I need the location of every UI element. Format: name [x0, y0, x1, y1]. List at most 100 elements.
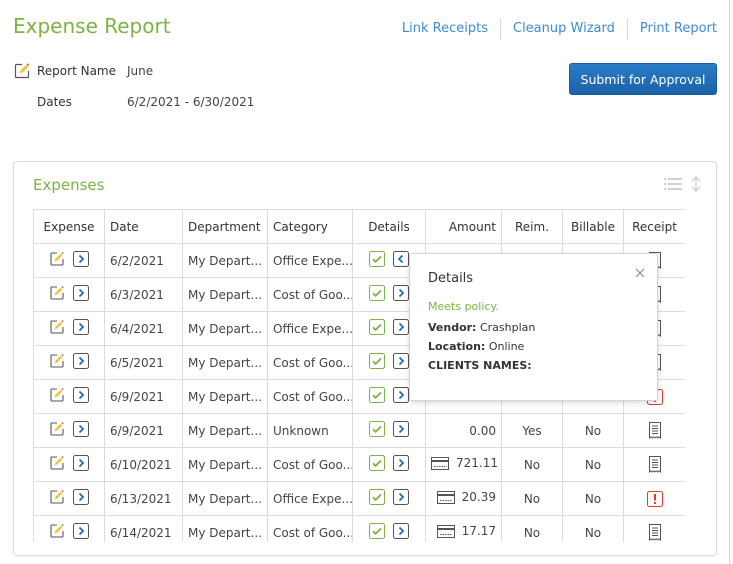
edit-icon[interactable]: [49, 319, 65, 335]
open-expense-icon[interactable]: [393, 285, 409, 301]
department-cell: My Depart...: [182, 311, 268, 346]
receipt-cell: [623, 413, 685, 448]
page-title: Expense Report: [13, 14, 171, 38]
close-icon[interactable]: [633, 266, 647, 280]
expense-actions-cell: [33, 379, 105, 414]
reim-cell: Yes: [501, 413, 563, 448]
report-name-label: Report Name: [37, 64, 116, 78]
missing-receipt-icon[interactable]: [646, 490, 663, 507]
edit-icon[interactable]: [49, 353, 65, 369]
col-receipt[interactable]: Receipt: [623, 209, 685, 244]
date-value: 6/10/2021: [110, 457, 172, 472]
policy-check-icon: [369, 251, 385, 267]
policy-check-icon: [369, 285, 385, 301]
dates-value: 6/2/2021 - 6/30/2021: [127, 95, 255, 109]
dates-row: Dates 6/2/2021 - 6/30/2021: [13, 95, 254, 109]
table-row[interactable]: 6/14/2021 My Depart... Cost of Goo... 17.17…: [33, 515, 685, 542]
open-expense-icon[interactable]: [73, 523, 89, 539]
open-expense-icon[interactable]: [73, 353, 89, 369]
category-cell: Cost of Goo...: [267, 515, 353, 542]
date-value: 6/9/2021: [110, 423, 164, 438]
table-header-row: Expense Date Department Category Details…: [33, 209, 685, 244]
reim-cell: No: [501, 515, 563, 542]
date-cell: 6/9/2021: [104, 379, 183, 414]
expense-actions-cell: [33, 345, 105, 380]
amount-cell: 17.17: [425, 515, 502, 542]
col-department[interactable]: Department: [182, 209, 268, 244]
open-expense-icon[interactable]: [393, 455, 409, 471]
open-expense-icon[interactable]: [73, 421, 89, 437]
edit-icon[interactable]: [49, 489, 65, 505]
receipt-icon[interactable]: [648, 455, 662, 474]
expense-actions-cell: [33, 447, 105, 482]
vendor-label: Vendor:: [428, 321, 477, 334]
report-name-row: Report Name June: [13, 62, 153, 80]
expand-vertical-icon[interactable]: [690, 176, 702, 192]
cleanup-wizard-link[interactable]: Cleanup Wizard: [501, 18, 627, 40]
edit-icon[interactable]: [49, 285, 65, 301]
policy-check-icon: [369, 353, 385, 369]
link-receipts-link[interactable]: Link Receipts: [390, 18, 500, 40]
date-cell: 6/4/2021: [104, 311, 183, 346]
collapse-details-icon[interactable]: [393, 251, 409, 267]
col-details[interactable]: Details: [352, 209, 426, 244]
edit-icon[interactable]: [49, 523, 65, 539]
amount-cell: 0.00: [425, 413, 502, 448]
receipt-icon[interactable]: [648, 421, 662, 440]
category-cell: Cost of Goo...: [267, 379, 353, 414]
amount-value: 17.17: [461, 524, 496, 539]
print-report-link[interactable]: Print Report: [628, 18, 717, 40]
receipt-cell: [623, 481, 685, 516]
amount-cell: 721.11: [425, 447, 502, 482]
billable-cell: No: [562, 515, 624, 542]
credit-card-icon: [436, 524, 455, 538]
col-reim[interactable]: Reim.: [501, 209, 563, 244]
receipt-cell: [623, 515, 685, 542]
col-expense[interactable]: Expense: [33, 209, 105, 244]
open-expense-icon[interactable]: [73, 489, 89, 505]
open-expense-icon[interactable]: [73, 455, 89, 471]
expenses-title: Expenses: [33, 176, 105, 194]
table-row[interactable]: 6/9/2021 My Depart... Unknown 0.00 Yes No: [33, 413, 685, 448]
edit-icon[interactable]: [13, 62, 31, 80]
popover-title: Details: [428, 271, 474, 286]
table-row[interactable]: 6/10/2021 My Depart... Cost of Goo... 721.1…: [33, 447, 685, 482]
category-cell: Office Expe...: [267, 481, 353, 516]
edit-icon[interactable]: [49, 455, 65, 471]
amount-value: 721.11: [456, 456, 498, 471]
col-billable[interactable]: Billable: [562, 209, 624, 244]
details-cell: [352, 447, 426, 482]
table-row[interactable]: 6/13/2021 My Depart... Office Expe... 20.39…: [33, 481, 685, 516]
col-date[interactable]: Date: [104, 209, 183, 244]
vendor-value: Crashplan: [479, 321, 536, 334]
credit-card-icon: [431, 456, 449, 470]
date-cell: 6/5/2021: [104, 345, 183, 380]
window-edge: [729, 0, 733, 564]
receipt-icon[interactable]: [648, 523, 662, 542]
open-expense-icon[interactable]: [393, 421, 409, 437]
date-value: 6/5/2021: [110, 355, 164, 370]
open-expense-icon[interactable]: [73, 319, 89, 335]
open-expense-icon[interactable]: [73, 387, 89, 403]
open-expense-icon[interactable]: [73, 285, 89, 301]
submit-for-approval-button[interactable]: Submit for Approval: [569, 63, 717, 95]
list-view-icon[interactable]: [664, 177, 682, 191]
edit-icon[interactable]: [49, 421, 65, 437]
open-expense-icon[interactable]: [393, 523, 409, 539]
date-value: 6/3/2021: [110, 287, 164, 302]
edit-icon[interactable]: [49, 387, 65, 403]
col-amount[interactable]: Amount: [425, 209, 502, 244]
reim-cell: No: [501, 447, 563, 482]
open-expense-icon[interactable]: [73, 251, 89, 267]
location-value: Online: [488, 340, 525, 353]
policy-check-icon: [369, 455, 385, 471]
open-expense-icon[interactable]: [393, 353, 409, 369]
open-expense-icon[interactable]: [393, 489, 409, 505]
date-value: 6/14/2021: [110, 525, 172, 540]
edit-icon[interactable]: [49, 251, 65, 267]
details-cell: [352, 481, 426, 516]
open-expense-icon[interactable]: [393, 387, 409, 403]
category-cell: Cost of Goo...: [267, 277, 353, 312]
col-category[interactable]: Category: [267, 209, 353, 244]
open-expense-icon[interactable]: [393, 319, 409, 335]
